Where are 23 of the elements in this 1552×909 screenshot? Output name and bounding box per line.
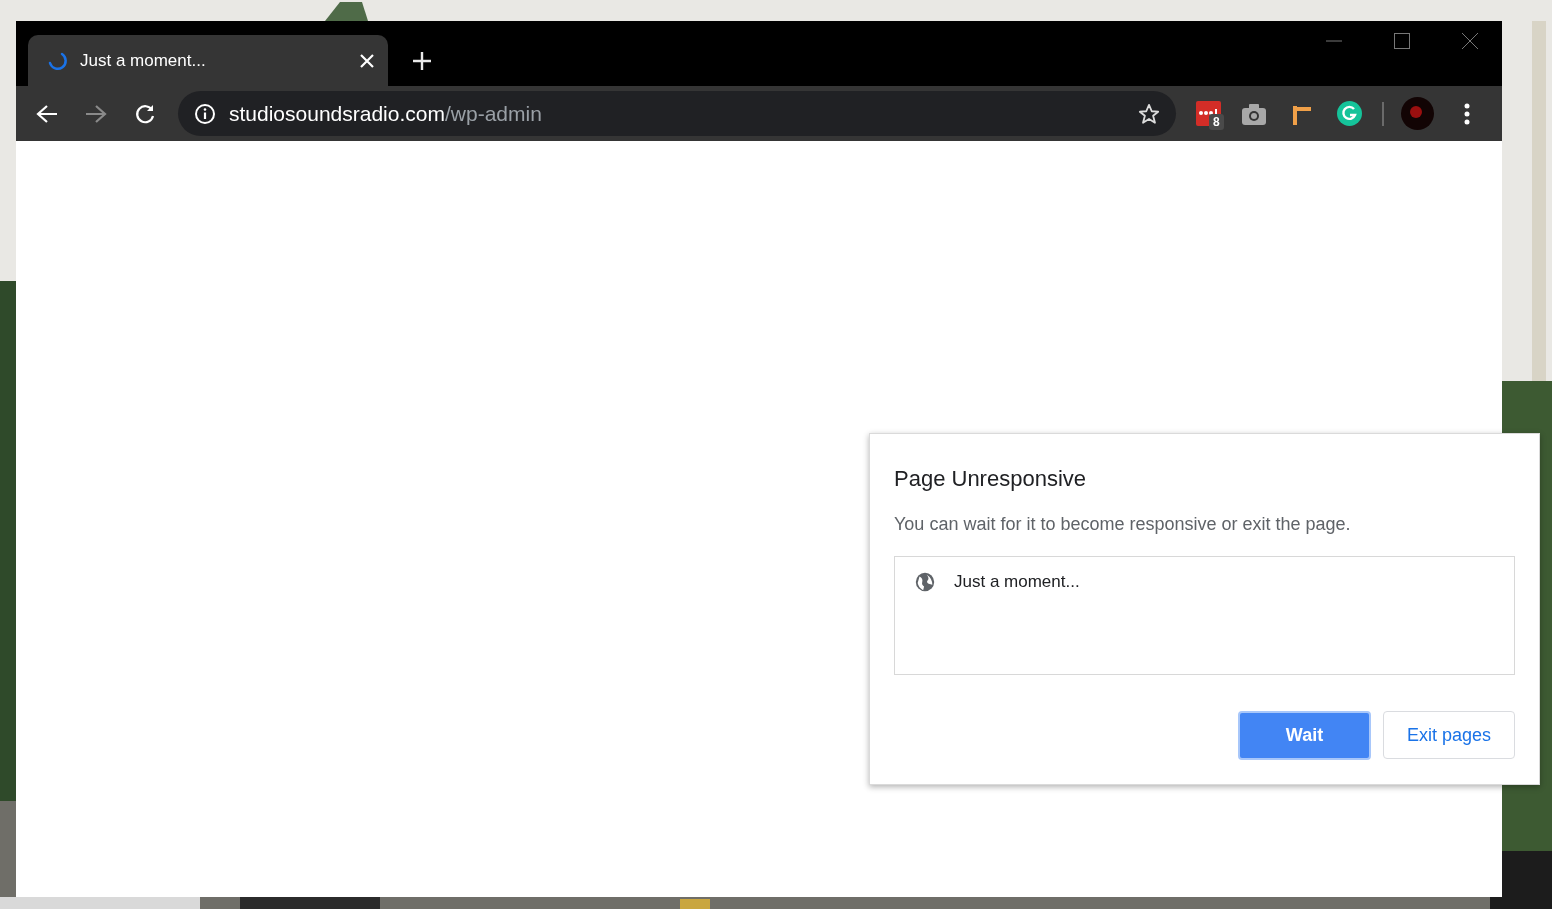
star-icon[interactable]	[1138, 102, 1160, 125]
dialog-button[interactable]: Wait	[1238, 711, 1371, 760]
camera-icon[interactable]	[1242, 102, 1266, 125]
extension-button[interactable]: 8	[1196, 98, 1228, 129]
tab-title: Just a moment...	[80, 49, 207, 72]
reload-icon[interactable]	[134, 102, 156, 125]
page-title: Just a moment...	[954, 571, 1080, 593]
grammar-icon[interactable]	[1337, 101, 1362, 126]
maximize-icon[interactable]	[1394, 33, 1410, 49]
new-tab-icon[interactable]	[412, 51, 432, 71]
url-text: studiosoundsradio.com/wp-admin	[229, 100, 543, 127]
dialog-title: Page Unresponsive	[894, 465, 1087, 493]
back-icon[interactable]	[36, 103, 58, 124]
menu-icon[interactable]	[1464, 102, 1470, 125]
info-icon[interactable]	[194, 102, 216, 125]
dialog-message: You can wait for it to become responsive or exit the page.	[894, 513, 1352, 536]
dialog-button[interactable]: Exit pages	[1383, 711, 1515, 759]
close-window-icon[interactable]	[1462, 33, 1478, 49]
address-bar[interactable]: studiosoundsradio.com/wp-admin	[178, 91, 1176, 136]
close-icon[interactable]	[360, 53, 374, 68]
count-badge: 8	[1209, 113, 1224, 130]
globe-icon	[914, 570, 936, 593]
browser-tab[interactable]: Just a moment...	[28, 35, 388, 86]
